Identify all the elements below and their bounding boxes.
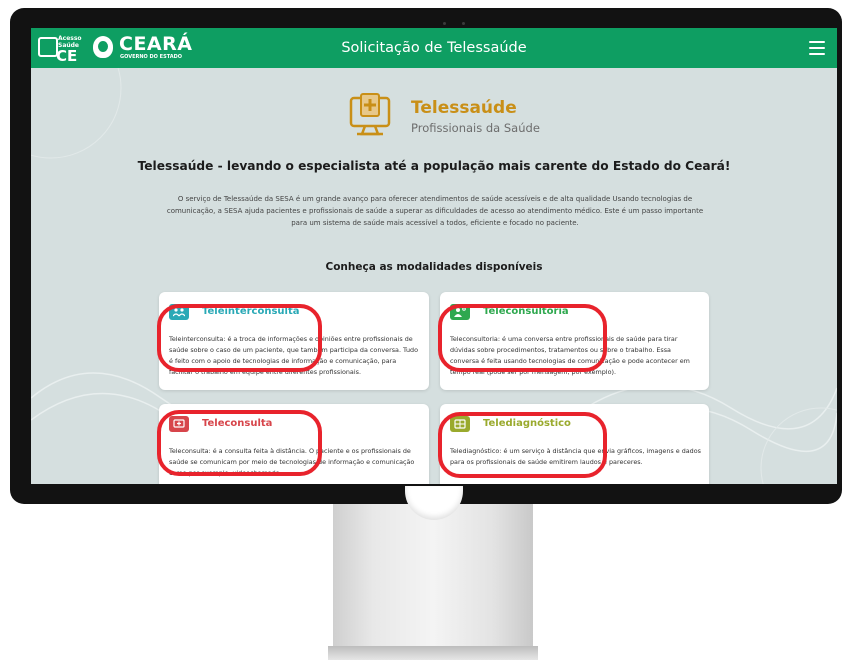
highlight-ring-teleconsultoria (438, 304, 607, 372)
hamburger-menu-icon[interactable] (809, 41, 825, 55)
highlight-ring-teleinterconsulta (157, 304, 322, 372)
headline: Telessaúde - levando o especialista até … (137, 159, 731, 173)
stand-neck (333, 498, 533, 648)
top-bar: Acesso Saúde CE CEARÁ GOVERNO DO ESTADO … (31, 28, 837, 68)
hero-title: Telessaúde (411, 98, 517, 118)
stand-base (328, 646, 538, 660)
section-title: Conheça as modalidades disponíveis (325, 261, 543, 273)
intro-paragraph: O serviço de Telessaúde da SESA é um gra… (166, 195, 704, 227)
screen: Acesso Saúde CE CEARÁ GOVERNO DO ESTADO … (31, 28, 837, 484)
highlight-ring-teleconsulta (157, 410, 322, 476)
camera-dot (462, 22, 465, 25)
camera-dot (443, 22, 446, 25)
highlight-ring-telediagnostico (438, 412, 607, 478)
medical-monitor-icon (349, 93, 391, 136)
hero-subtitle: Profissionais da Saúde (411, 121, 540, 135)
page-title: Solicitação de Telessaúde (341, 40, 527, 56)
